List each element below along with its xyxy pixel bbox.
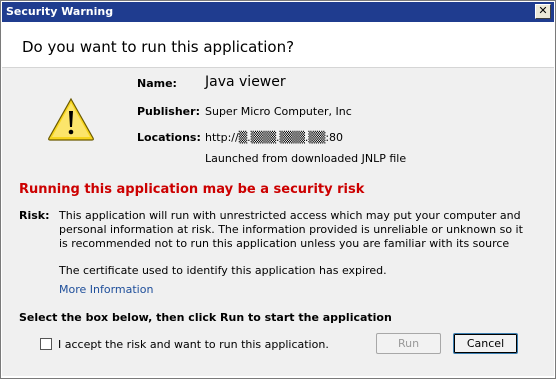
risk-description: This application will run with unrestric…	[59, 209, 523, 250]
cancel-button[interactable]: Cancel	[453, 333, 518, 354]
risk-heading: Running this application may be a securi…	[19, 182, 365, 197]
title-bar[interactable]: Security Warning ✕	[2, 2, 554, 22]
launched-from-text: Launched from downloaded JNLP file	[205, 152, 407, 165]
more-information-link[interactable]: More Information	[59, 283, 153, 296]
dialog-question: Do you want to run this application?	[22, 38, 295, 56]
name-value: Java viewer	[205, 74, 286, 90]
run-button[interactable]: Run	[376, 333, 441, 354]
security-warning-dialog: Security Warning ✕ Do you want to run th…	[0, 0, 556, 379]
instruction-text: Select the box below, then click Run to …	[19, 311, 392, 324]
accept-risk-label[interactable]: I accept the risk and want to run this a…	[58, 338, 329, 351]
risk-label: Risk:	[19, 209, 50, 222]
name-label: Name:	[137, 77, 177, 90]
window-title: Security Warning	[6, 5, 114, 18]
close-button[interactable]: ✕	[535, 4, 551, 19]
dialog-header: Do you want to run this application?	[2, 22, 554, 68]
publisher-label: Publisher:	[137, 105, 200, 118]
locations-value: http://▒.▒▒▒.▒▒▒.▒▒:80	[205, 131, 344, 144]
certificate-expired-text: The certificate used to identify this ap…	[59, 264, 387, 277]
locations-label: Locations:	[137, 131, 201, 144]
accept-risk-checkbox[interactable]	[40, 338, 52, 350]
dialog-body: Name: Java viewer Publisher: Super Micro…	[2, 68, 554, 376]
warning-triangle-icon	[48, 97, 94, 141]
publisher-value: Super Micro Computer, Inc	[205, 105, 352, 118]
